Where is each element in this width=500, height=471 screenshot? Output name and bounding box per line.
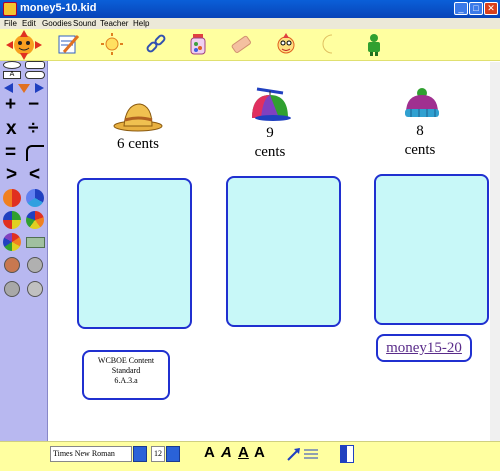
text-tool-icon[interactable]: A: [3, 71, 21, 79]
moon-icon[interactable]: [318, 32, 342, 56]
notepad-icon[interactable]: [56, 32, 80, 56]
app-icon: [3, 2, 17, 16]
menu-teacher[interactable]: Teacher: [100, 18, 128, 29]
menu-goodies[interactable]: Goodies: [42, 18, 72, 29]
standard-line-2: Standard: [111, 366, 141, 375]
font-size-dropdown-icon[interactable]: [166, 446, 180, 462]
font-size-up-button[interactable]: A: [254, 444, 265, 461]
standard-note: WCBOE Content Standard 6.A.3.a: [82, 350, 170, 400]
italic-button[interactable]: A: [221, 444, 232, 461]
minimize-button[interactable]: _: [454, 2, 468, 15]
minus-icon[interactable]: −: [28, 95, 39, 114]
greater-than-icon[interactable]: >: [6, 165, 17, 184]
item-3-price-number: 8: [416, 123, 424, 139]
beanie-icon: [402, 87, 442, 124]
dime-icon[interactable]: [4, 281, 20, 297]
menu-sound[interactable]: Sound: [73, 18, 96, 29]
next-page-link-box[interactable]: money15-20: [376, 334, 472, 362]
equals-icon[interactable]: =: [5, 143, 16, 162]
chain-icon[interactable]: [144, 32, 168, 56]
jar-icon[interactable]: [186, 32, 210, 56]
fraction-circle-fifths-icon[interactable]: [26, 211, 44, 229]
coin-drop-box-1[interactable]: [77, 178, 192, 329]
fraction-circle-halves-icon[interactable]: [3, 189, 21, 207]
close-button[interactable]: ✕: [484, 2, 498, 15]
less-than-icon[interactable]: <: [29, 165, 40, 184]
fraction-circle-sixths-icon[interactable]: [3, 233, 21, 251]
window-title: money5-10.kid: [20, 2, 97, 14]
quarter-icon[interactable]: [27, 281, 43, 297]
coin-drop-box-3[interactable]: [374, 174, 489, 325]
sun-icon[interactable]: [100, 32, 124, 56]
straw-hat-icon: [112, 100, 164, 137]
menu-file[interactable]: File: [4, 18, 17, 29]
standard-line-3: 6.A.3.a: [114, 376, 138, 385]
rounded-rect-tool-icon[interactable]: [25, 71, 45, 79]
fraction-circle-thirds-icon[interactable]: [26, 189, 44, 207]
maximize-button[interactable]: □: [469, 2, 483, 15]
menu-help[interactable]: Help: [133, 18, 149, 29]
tool-palette: A + − x ÷ = > <: [0, 61, 48, 441]
item-2-price-unit: cents: [254, 144, 286, 160]
menu-bar: File Edit Goodies Sound Teacher Help: [0, 18, 500, 29]
penny-icon[interactable]: [4, 257, 20, 273]
title-bar: money5-10.kid _ □ ✕: [0, 0, 500, 18]
font-name-select[interactable]: Times New Roman: [50, 446, 132, 462]
underline-button[interactable]: A: [238, 444, 249, 461]
long-division-icon[interactable]: [26, 145, 44, 161]
item-2-price-number: 9: [266, 125, 274, 141]
face-icon[interactable]: [274, 32, 298, 56]
color-picker-icon[interactable]: [340, 445, 354, 463]
next-page-link[interactable]: money15-20: [386, 340, 462, 356]
propeller-cap-icon: [249, 86, 291, 125]
arrow-tool-icon[interactable]: [286, 446, 302, 465]
vertical-scrollbar[interactable]: [490, 62, 500, 441]
eraser-icon[interactable]: [229, 32, 253, 56]
coin-drop-box-2[interactable]: [226, 176, 341, 327]
person-icon[interactable]: [362, 32, 386, 56]
plus-icon[interactable]: +: [5, 95, 16, 114]
item-3-price-unit: cents: [404, 142, 436, 158]
dollar-bill-icon[interactable]: [26, 237, 45, 248]
fraction-circle-quarters-icon[interactable]: [3, 211, 21, 229]
font-name-dropdown-icon[interactable]: [133, 446, 147, 462]
standard-line-1: WCBOE Content: [97, 356, 155, 365]
oval-tool-icon[interactable]: [3, 61, 21, 69]
item-1-price: 6 cents: [116, 136, 160, 152]
bold-button[interactable]: A: [204, 444, 215, 461]
font-size-select[interactable]: 12: [151, 446, 165, 462]
menu-edit[interactable]: Edit: [22, 18, 36, 29]
line-style-icon[interactable]: [304, 448, 318, 463]
format-bar: Times New Roman 12 A A A A: [0, 441, 500, 471]
logo-sun-icon: [2, 30, 46, 60]
rect-tool-icon[interactable]: [25, 61, 45, 69]
nickel-icon[interactable]: [27, 257, 43, 273]
toolbar: [0, 29, 500, 61]
times-icon[interactable]: x: [6, 119, 17, 138]
divide-icon[interactable]: ÷: [28, 119, 38, 138]
